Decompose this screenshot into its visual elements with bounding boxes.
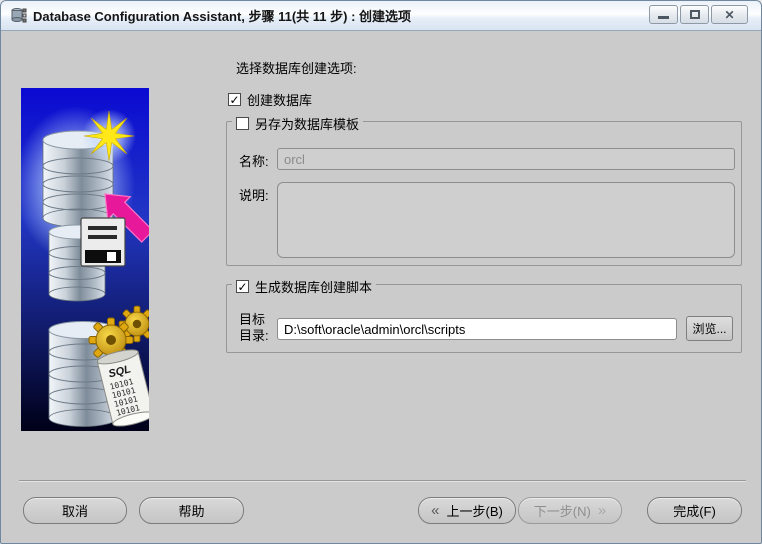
generate-scripts-checkbox[interactable]: ✓ 生成数据库创建脚本 [232,277,377,296]
create-database-checkbox[interactable]: ✓ 创建数据库 [228,90,312,109]
star-icon [82,109,136,163]
back-chevron-icon: « [431,502,440,519]
save-as-template-checkbox[interactable]: 另存为数据库模板 [232,114,364,133]
target-directory-input[interactable] [277,318,677,340]
close-icon: ✕ [724,7,735,22]
help-button[interactable]: 帮助 [139,497,244,524]
description-label: 说明: [239,188,269,203]
finish-button[interactable]: 完成(F) [647,497,742,524]
generate-scripts-group: ✓ 生成数据库创建脚本 目标 目录: 浏览... [226,277,742,353]
browse-button[interactable]: 浏览... [686,316,733,341]
template-description-textarea[interactable] [277,182,735,258]
maximize-icon [689,10,700,19]
prompt-label: 选择数据库创建选项: [236,61,357,76]
titlebar[interactable]: Database Configuration Assistant, 步骤 11(… [1,1,761,31]
footer-separator [19,480,746,481]
cancel-button[interactable]: 取消 [23,497,127,524]
save-as-template-label: 另存为数据库模板 [255,117,360,132]
minimize-button[interactable] [649,5,678,24]
maximize-button[interactable] [680,5,709,24]
window-title: Database Configuration Assistant, 步骤 11(… [33,9,412,24]
template-name-input[interactable] [277,148,735,170]
next-button: 下一步(N) » [518,497,622,524]
target-directory-label: 目标 目录: [239,312,269,343]
checkbox-checked-icon: ✓ [236,279,249,294]
app-icon [10,7,27,24]
close-button[interactable]: ✕ [711,5,748,24]
back-button[interactable]: « 上一步(B) [418,497,516,524]
wizard-graphic: SQL 10101 10101 10101 10101 [15,88,156,431]
checkbox-checked-icon: ✓ [228,92,241,107]
create-database-label: 创建数据库 [247,93,313,108]
name-label: 名称: [239,154,269,169]
window-controls: ✕ [649,5,748,24]
generate-scripts-label: 生成数据库创建脚本 [255,280,373,295]
wizard-graphic-panel: SQL 10101 10101 10101 10101 [15,88,156,431]
floppy-disk-icon [80,217,126,267]
checkbox-unchecked-icon [236,117,249,130]
dbca-window: Database Configuration Assistant, 步骤 11(… [0,0,762,544]
save-as-template-group: 另存为数据库模板 名称: 说明: [226,114,742,266]
next-chevron-icon: » [597,502,607,519]
minimize-icon [658,16,669,19]
